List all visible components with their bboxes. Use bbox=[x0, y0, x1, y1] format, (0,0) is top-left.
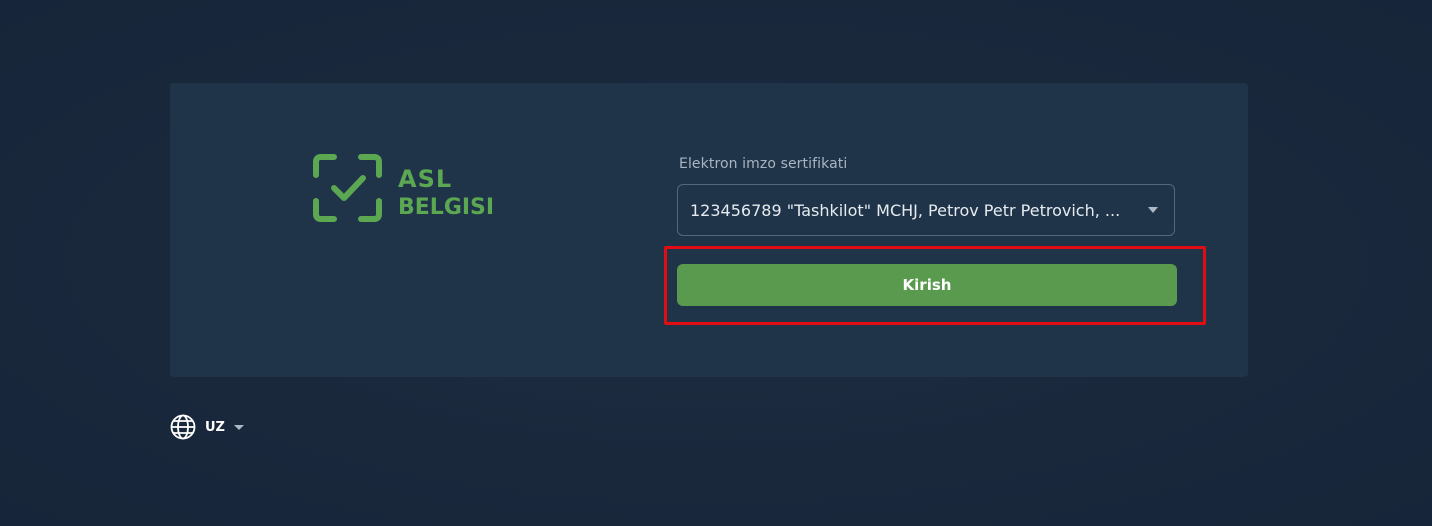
login-card: ASL BELGISI Elektron imzo sertifikati 12… bbox=[170, 83, 1248, 377]
chevron-down-icon bbox=[1148, 207, 1158, 213]
chevron-down-icon bbox=[233, 424, 244, 430]
language-label: UZ bbox=[205, 419, 225, 435]
asl-belgisi-logo: ASL BELGISI bbox=[312, 153, 512, 227]
certificate-select-value: 123456789 "Tashkilot" MCHJ, Petrov Petr … bbox=[690, 201, 1121, 220]
language-selector[interactable]: UZ bbox=[170, 413, 244, 441]
checkmark-icon bbox=[331, 175, 366, 201]
certificate-label: Elektron imzo sertifikati bbox=[679, 156, 848, 172]
logo-text-asl: ASL bbox=[398, 165, 452, 193]
globe-icon bbox=[170, 414, 196, 440]
certificate-select[interactable]: 123456789 "Tashkilot" MCHJ, Petrov Petr … bbox=[677, 184, 1175, 236]
logo-graphic: ASL BELGISI bbox=[313, 154, 494, 222]
logo-text-belgisi: BELGISI bbox=[398, 195, 494, 220]
login-button[interactable]: Kirish bbox=[677, 264, 1177, 306]
